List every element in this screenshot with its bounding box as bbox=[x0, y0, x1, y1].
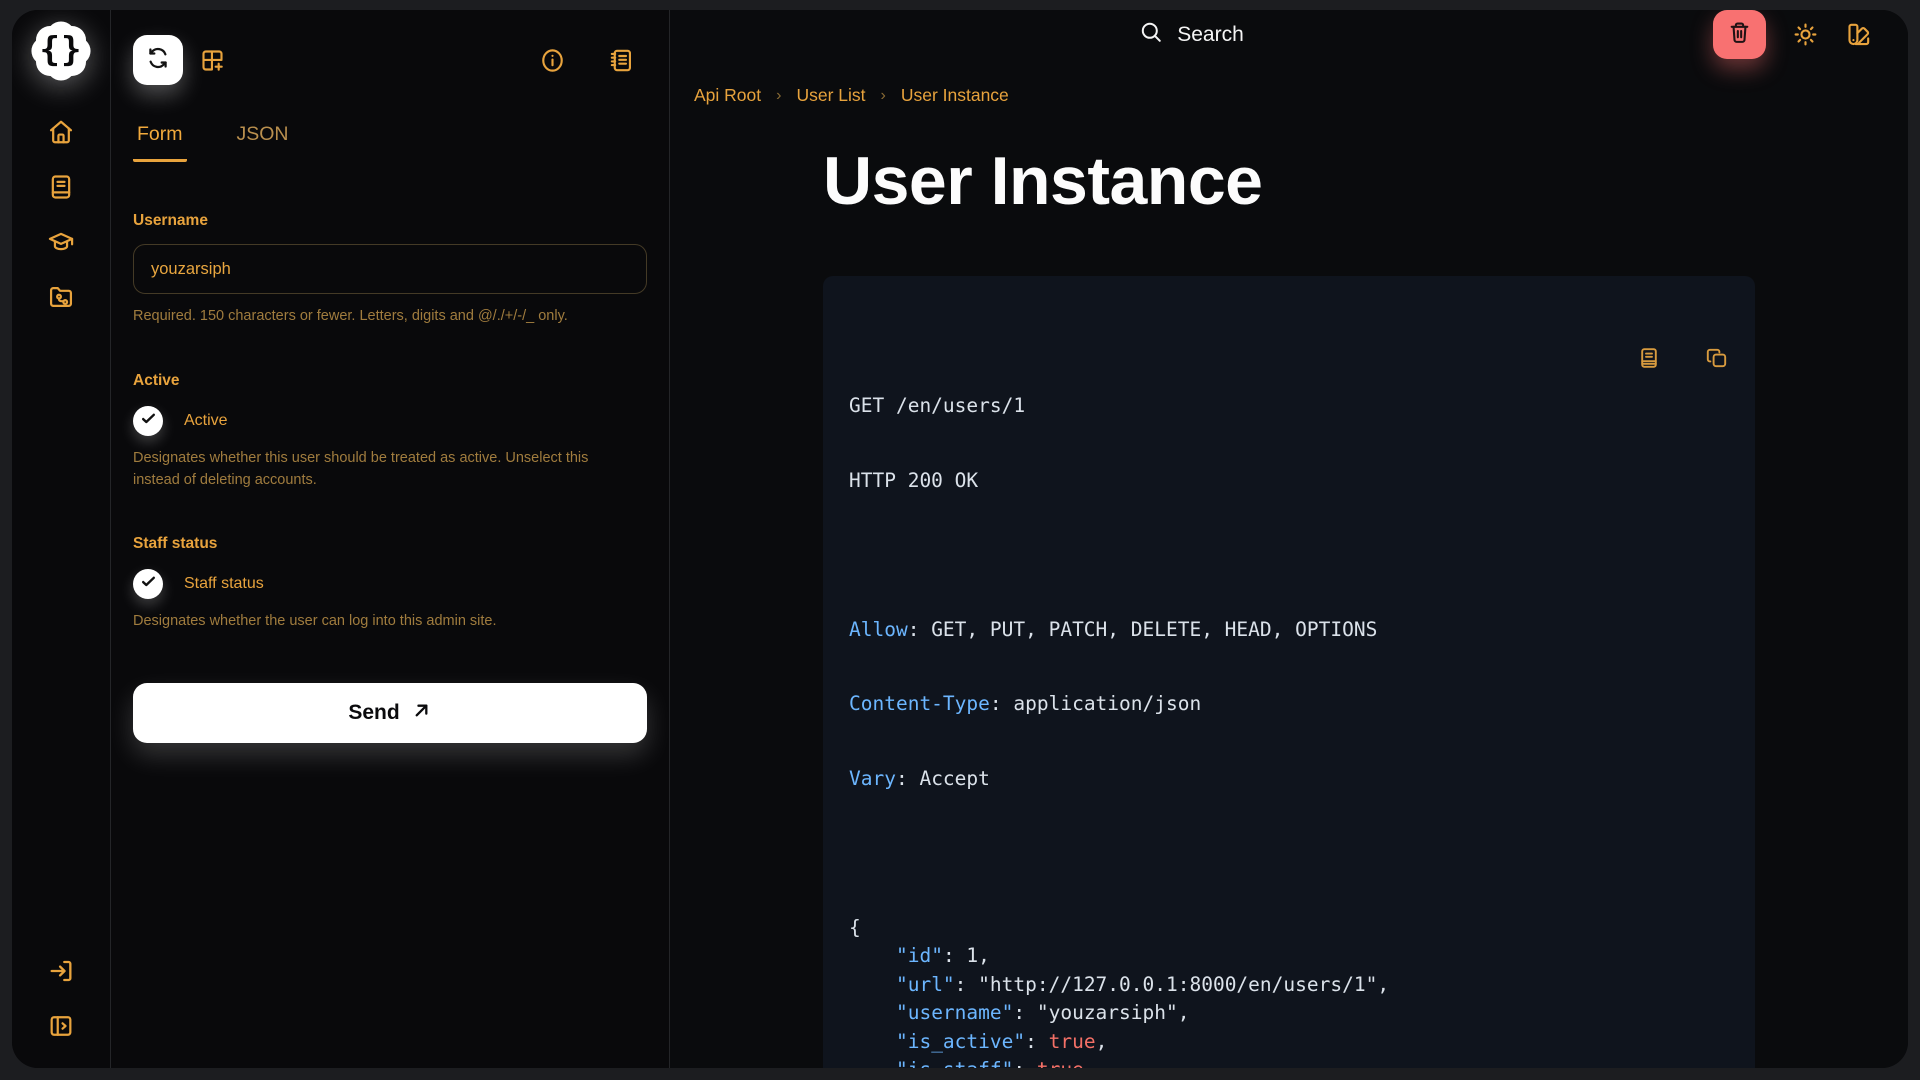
form-toolbar bbox=[133, 35, 647, 85]
form-toolbar-right bbox=[539, 47, 635, 74]
sidebar-item-tutorials[interactable] bbox=[47, 228, 75, 256]
raw-view-button[interactable] bbox=[1637, 300, 1661, 324]
active-help-text: Designates whether this user should be t… bbox=[133, 448, 603, 492]
login-icon bbox=[47, 957, 75, 985]
app-window: {} bbox=[12, 10, 1908, 1068]
panel-expand-icon bbox=[47, 1012, 75, 1040]
app-logo[interactable]: {} bbox=[22, 12, 100, 90]
send-button-label: Send bbox=[348, 701, 399, 725]
chevron-right-icon: › bbox=[881, 87, 886, 105]
page-content: User Instance GET /en/users/1 HTTP 200 O… bbox=[823, 106, 1755, 1068]
notebook-icon bbox=[608, 47, 635, 74]
sun-icon bbox=[1792, 21, 1819, 48]
username-help-text: Required. 150 characters or fewer. Lette… bbox=[133, 306, 647, 328]
sidebar-item-docs[interactable] bbox=[47, 173, 75, 201]
info-icon bbox=[539, 47, 566, 74]
header-name: Vary bbox=[849, 767, 919, 790]
delete-button[interactable] bbox=[1713, 10, 1766, 59]
staff-help-text: Designates whether the user can log into… bbox=[133, 611, 647, 633]
form-tabs: Form JSON bbox=[133, 123, 647, 162]
search-icon bbox=[1139, 20, 1163, 49]
search-label: Search bbox=[1177, 23, 1244, 47]
options-list-button[interactable] bbox=[608, 47, 635, 74]
topbar: Search bbox=[670, 10, 1908, 59]
info-button[interactable] bbox=[539, 47, 566, 74]
staff-checkbox-row: Staff status bbox=[133, 569, 647, 599]
status-line: HTTP 200 OK bbox=[849, 467, 1729, 496]
code-actions bbox=[1637, 300, 1729, 324]
tab-form[interactable]: Form bbox=[133, 123, 187, 162]
json-line: "id": 1, bbox=[849, 942, 1729, 971]
blank-line bbox=[849, 839, 1729, 868]
book-icon bbox=[47, 173, 75, 201]
braces-logo-icon: {} bbox=[22, 12, 100, 90]
header-value: Accept bbox=[919, 767, 989, 790]
header-name: Content-Type bbox=[849, 692, 1013, 715]
active-checkbox-row: Active bbox=[133, 406, 647, 436]
staff-checkbox-label[interactable]: Staff status bbox=[184, 575, 264, 593]
copy-icon bbox=[1705, 346, 1729, 370]
request-line: GET /en/users/1 bbox=[849, 392, 1729, 421]
breadcrumb: Api Root › User List › User Instance bbox=[694, 85, 1908, 106]
copy-button[interactable] bbox=[1705, 300, 1729, 324]
sidebar-item-home[interactable] bbox=[47, 118, 75, 146]
folder-git-icon bbox=[47, 283, 75, 311]
json-line: { bbox=[849, 914, 1729, 943]
response-code-block: GET /en/users/1 HTTP 200 OK AllowGET, PU… bbox=[823, 276, 1755, 1068]
swatch-book-icon bbox=[1845, 21, 1872, 48]
theme-toggle-button[interactable] bbox=[1792, 21, 1819, 48]
header-value: application/json bbox=[1013, 692, 1201, 715]
json-line: "is_staff": true bbox=[849, 1056, 1729, 1068]
active-checkbox[interactable] bbox=[133, 406, 163, 436]
json-line: "url": "http://127.0.0.1:8000/en/users/1… bbox=[849, 971, 1729, 1000]
response-json-body: { "id": 1, "url": "http://127.0.0.1:8000… bbox=[849, 914, 1729, 1069]
file-lines-icon bbox=[1637, 346, 1661, 370]
login-button[interactable] bbox=[47, 957, 75, 985]
refresh-button[interactable] bbox=[133, 35, 183, 85]
table-plus-icon bbox=[199, 47, 226, 74]
tab-json[interactable]: JSON bbox=[233, 123, 293, 162]
rail-nav bbox=[47, 118, 75, 311]
breadcrumb-user-list[interactable]: User List bbox=[796, 85, 865, 106]
refresh-icon bbox=[145, 45, 171, 76]
active-section-label: Active bbox=[133, 372, 647, 390]
header-name: Allow bbox=[849, 618, 931, 641]
sidebar-item-source[interactable] bbox=[47, 283, 75, 311]
check-icon bbox=[140, 573, 157, 595]
response-header: Content-Typeapplication/json bbox=[849, 690, 1729, 719]
header-value: GET, PUT, PATCH, DELETE, HEAD, OPTIONS bbox=[931, 618, 1377, 641]
color-scheme-button[interactable] bbox=[1845, 21, 1872, 48]
staff-section-label: Staff status bbox=[133, 535, 647, 553]
username-label: Username bbox=[133, 212, 647, 230]
response-header: AllowGET, PUT, PATCH, DELETE, HEAD, OPTI… bbox=[849, 616, 1729, 645]
json-line: "username": "youzarsiph", bbox=[849, 999, 1729, 1028]
send-button[interactable]: Send bbox=[133, 683, 647, 743]
main-content: Search Api Root › User List › User Insta… bbox=[670, 10, 1908, 1068]
search-button[interactable]: Search bbox=[1139, 20, 1244, 49]
breadcrumb-api-root[interactable]: Api Root bbox=[694, 85, 761, 106]
chevron-right-icon: › bbox=[776, 87, 781, 105]
username-input[interactable] bbox=[133, 244, 647, 294]
blank-line bbox=[849, 541, 1729, 570]
form-panel: Form JSON Username Required. 150 charact… bbox=[111, 10, 670, 1068]
topbar-actions bbox=[1713, 10, 1872, 59]
response-header: VaryAccept bbox=[849, 765, 1729, 794]
trash-icon bbox=[1727, 20, 1752, 50]
toggle-panel-button[interactable] bbox=[47, 1012, 75, 1040]
add-table-button[interactable] bbox=[199, 47, 226, 74]
arrow-up-right-icon bbox=[411, 700, 432, 727]
staff-checkbox[interactable] bbox=[133, 569, 163, 599]
page-title: User Instance bbox=[823, 142, 1755, 220]
json-line: "is_active": true, bbox=[849, 1028, 1729, 1057]
active-checkbox-label[interactable]: Active bbox=[184, 412, 228, 430]
graduation-cap-icon bbox=[47, 228, 75, 256]
check-icon bbox=[140, 410, 157, 432]
home-icon bbox=[47, 118, 75, 146]
icon-rail: {} bbox=[12, 10, 111, 1068]
rail-bottom bbox=[47, 957, 75, 1040]
breadcrumb-user-instance[interactable]: User Instance bbox=[901, 85, 1009, 106]
